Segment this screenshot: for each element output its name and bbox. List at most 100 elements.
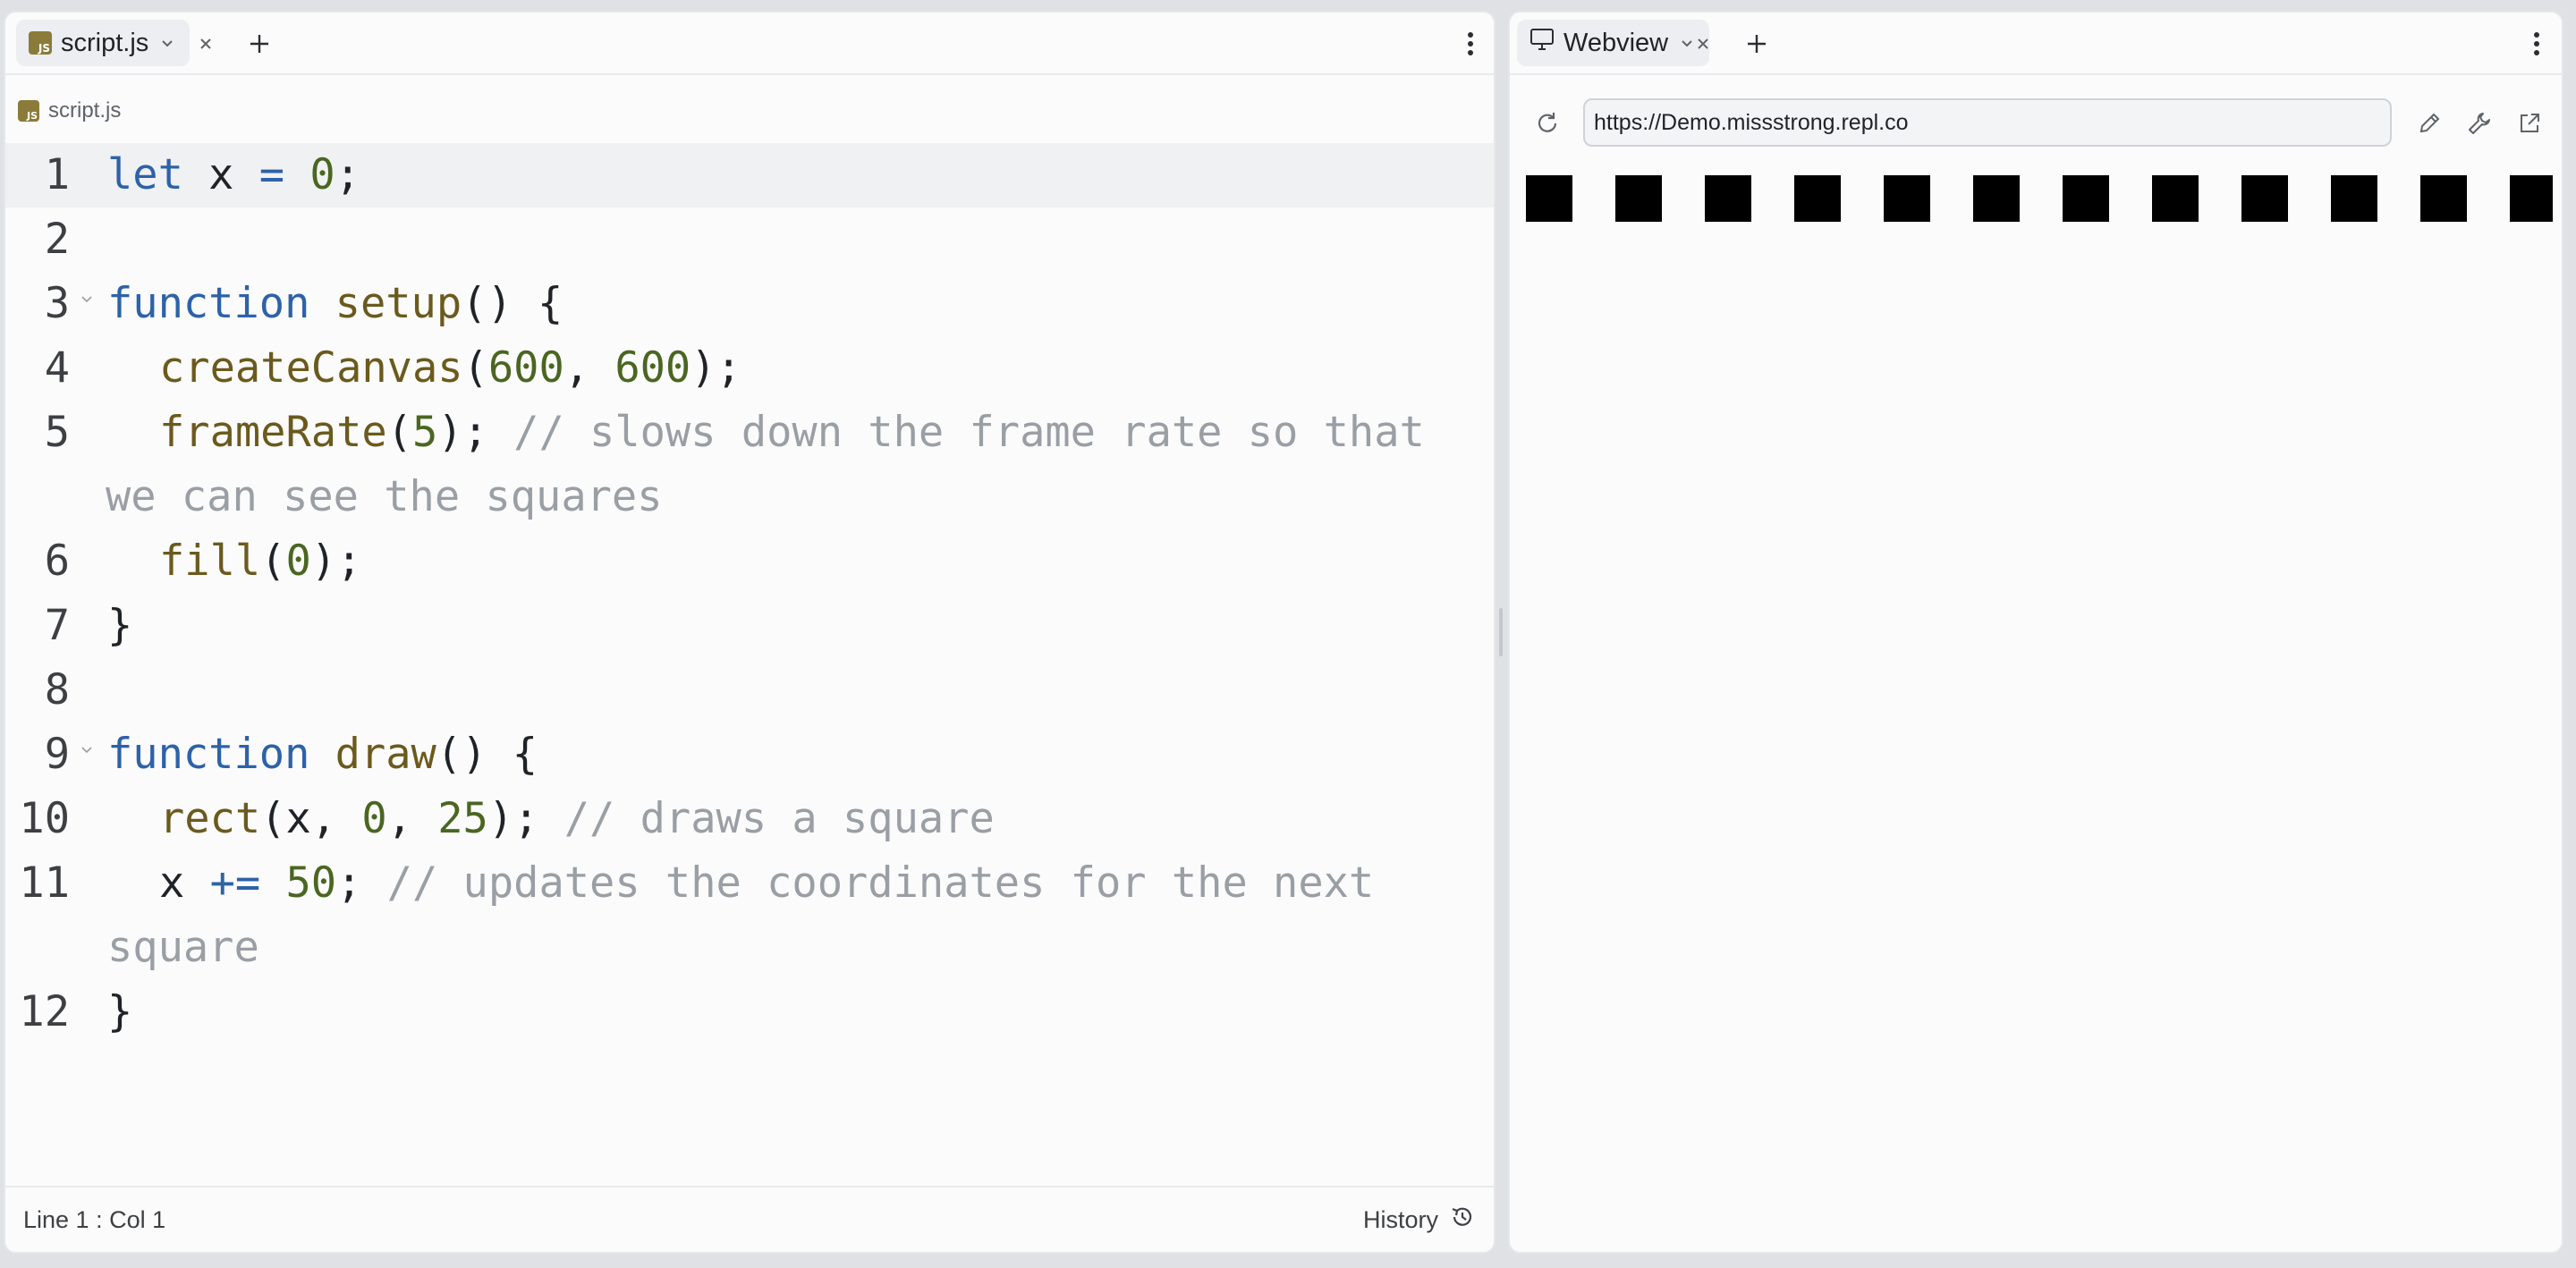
comment: // slows down the frame rate so that [513,408,1425,457]
js-file-icon: JS [29,31,52,55]
drawn-square [2152,175,2199,222]
chevron-down-icon[interactable] [157,33,177,53]
code-text: frameRate(5); // slows down the frame ra… [107,401,1458,465]
code-text: } [107,594,1458,658]
punctuation: ); [691,343,741,393]
external-link-icon[interactable] [2512,106,2547,141]
line-number: 11 [19,858,70,908]
tab-webview[interactable]: Webview [1517,20,1710,66]
breadcrumb[interactable]: JS script.js [18,97,121,125]
kebab-menu-icon[interactable] [1453,26,1488,62]
function-name: frameRate [159,408,387,457]
code-line[interactable]: 5 frameRate(5); // slows down the frame … [5,401,1494,529]
number: 0 [309,150,335,199]
plus-icon[interactable] [1739,26,1775,62]
close-tab-icon[interactable] [188,26,224,62]
webview-panel: Webview https://Demo.missstrong.repl.co [1508,11,2563,1254]
editor-panel: JS script.js JS script.js 1 let x = 0; 2… [4,11,1496,1254]
code-line[interactable]: 12 } [5,980,1494,1044]
history-button[interactable]: History [1363,1204,1476,1237]
line-number: 2 [44,215,70,264]
operator: = [258,150,285,199]
drawn-square [1705,175,1751,222]
drawn-square [1884,175,1930,222]
code-line[interactable]: 11 x += 50; // updates the coordinates f… [5,851,1494,980]
line-number: 4 [44,343,70,393]
code-text-wrapped: we can see the squares [106,465,1456,529]
punctuation: , [564,343,615,393]
number: 5 [411,408,438,457]
plus-icon[interactable] [242,26,277,62]
code-editor[interactable]: 1 let x = 0; 2 3 function setup() { 4 cr… [5,143,1494,1189]
tab-script-js[interactable]: JS script.js [16,20,191,66]
keyword: let [107,150,183,199]
punctuation: ( [386,408,412,457]
code-line[interactable]: 1 let x = 0; [5,143,1494,207]
punctuation: } [107,987,133,1036]
comment: square [107,923,259,972]
editor-statusbar: Line 1 : Col 1 History [5,1186,1494,1252]
history-label: History [1362,1205,1438,1233]
kebab-menu-icon[interactable] [2519,26,2555,62]
code-line[interactable]: 6 fill(0); [5,529,1494,594]
url-input[interactable]: https://Demo.missstrong.repl.co [1583,98,2392,147]
function-name: fill [159,537,261,586]
punctuation: } [107,601,133,650]
punctuation: ( [260,537,286,586]
line-number: 7 [44,601,70,650]
comment: we can see the squares [106,472,663,521]
cursor-position[interactable]: Line 1 : Col 1 [23,1206,165,1234]
tab-label: script.js [61,28,149,57]
code-text: createCanvas(600, 600); [107,336,1458,401]
drawn-square [1526,175,1572,222]
fold-chevron-icon[interactable] [79,292,95,308]
code-line[interactable]: 4 createCanvas(600, 600); [5,336,1494,401]
code-line[interactable]: 10 rect(x, 0, 25); // draws a square [5,787,1494,851]
comment: // draws a square [564,794,995,843]
wrench-icon[interactable] [2462,106,2497,141]
punctuation: ; [335,150,360,199]
code-line[interactable]: 3 function setup() { [5,272,1494,336]
drawn-square [1794,175,1841,222]
p5-canvas-output[interactable] [1524,166,2553,1239]
history-icon [1449,1204,1476,1237]
drawn-square [2331,175,2377,222]
reload-icon[interactable] [1530,106,1565,141]
number: 50 [285,858,337,908]
drawn-square [2420,175,2467,222]
line-number: 8 [44,665,70,714]
operator: += [209,858,261,908]
punctuation: , [386,794,438,843]
drawn-square [2241,175,2288,222]
code-line[interactable]: 8 [5,658,1494,723]
line-number: 9 [44,730,70,779]
close-tab-icon[interactable] [1685,26,1721,62]
tab-label: Webview [1563,28,1669,57]
js-file-icon: JS [18,100,39,122]
panel-resize-handle[interactable] [1499,608,1503,656]
punctuation: (x, [260,794,362,843]
code-line[interactable]: 2 [5,207,1494,272]
number: 25 [437,794,488,843]
drawn-square [2510,175,2553,222]
drawn-square [2063,175,2109,222]
editor-tabbar: JS script.js [5,13,1494,75]
keyword: function [107,279,310,328]
punctuation: () { [436,730,538,779]
code-line[interactable]: 7 } [5,594,1494,658]
fold-chevron-icon[interactable] [79,742,95,758]
code-line[interactable]: 9 function draw() { [5,723,1494,787]
line-number: 12 [19,987,70,1036]
number: 600 [614,343,691,393]
punctuation: ); [437,408,514,457]
pencil-icon[interactable] [2411,106,2447,141]
code-text: } [107,980,1458,1044]
code-text: x += 50; // updates the coordinates for … [107,851,1458,916]
code-text: function setup() { [107,272,1458,336]
drawn-square [1973,175,2020,222]
monitor-icon [1530,28,1555,58]
breadcrumb-file[interactable]: script.js [48,98,121,123]
